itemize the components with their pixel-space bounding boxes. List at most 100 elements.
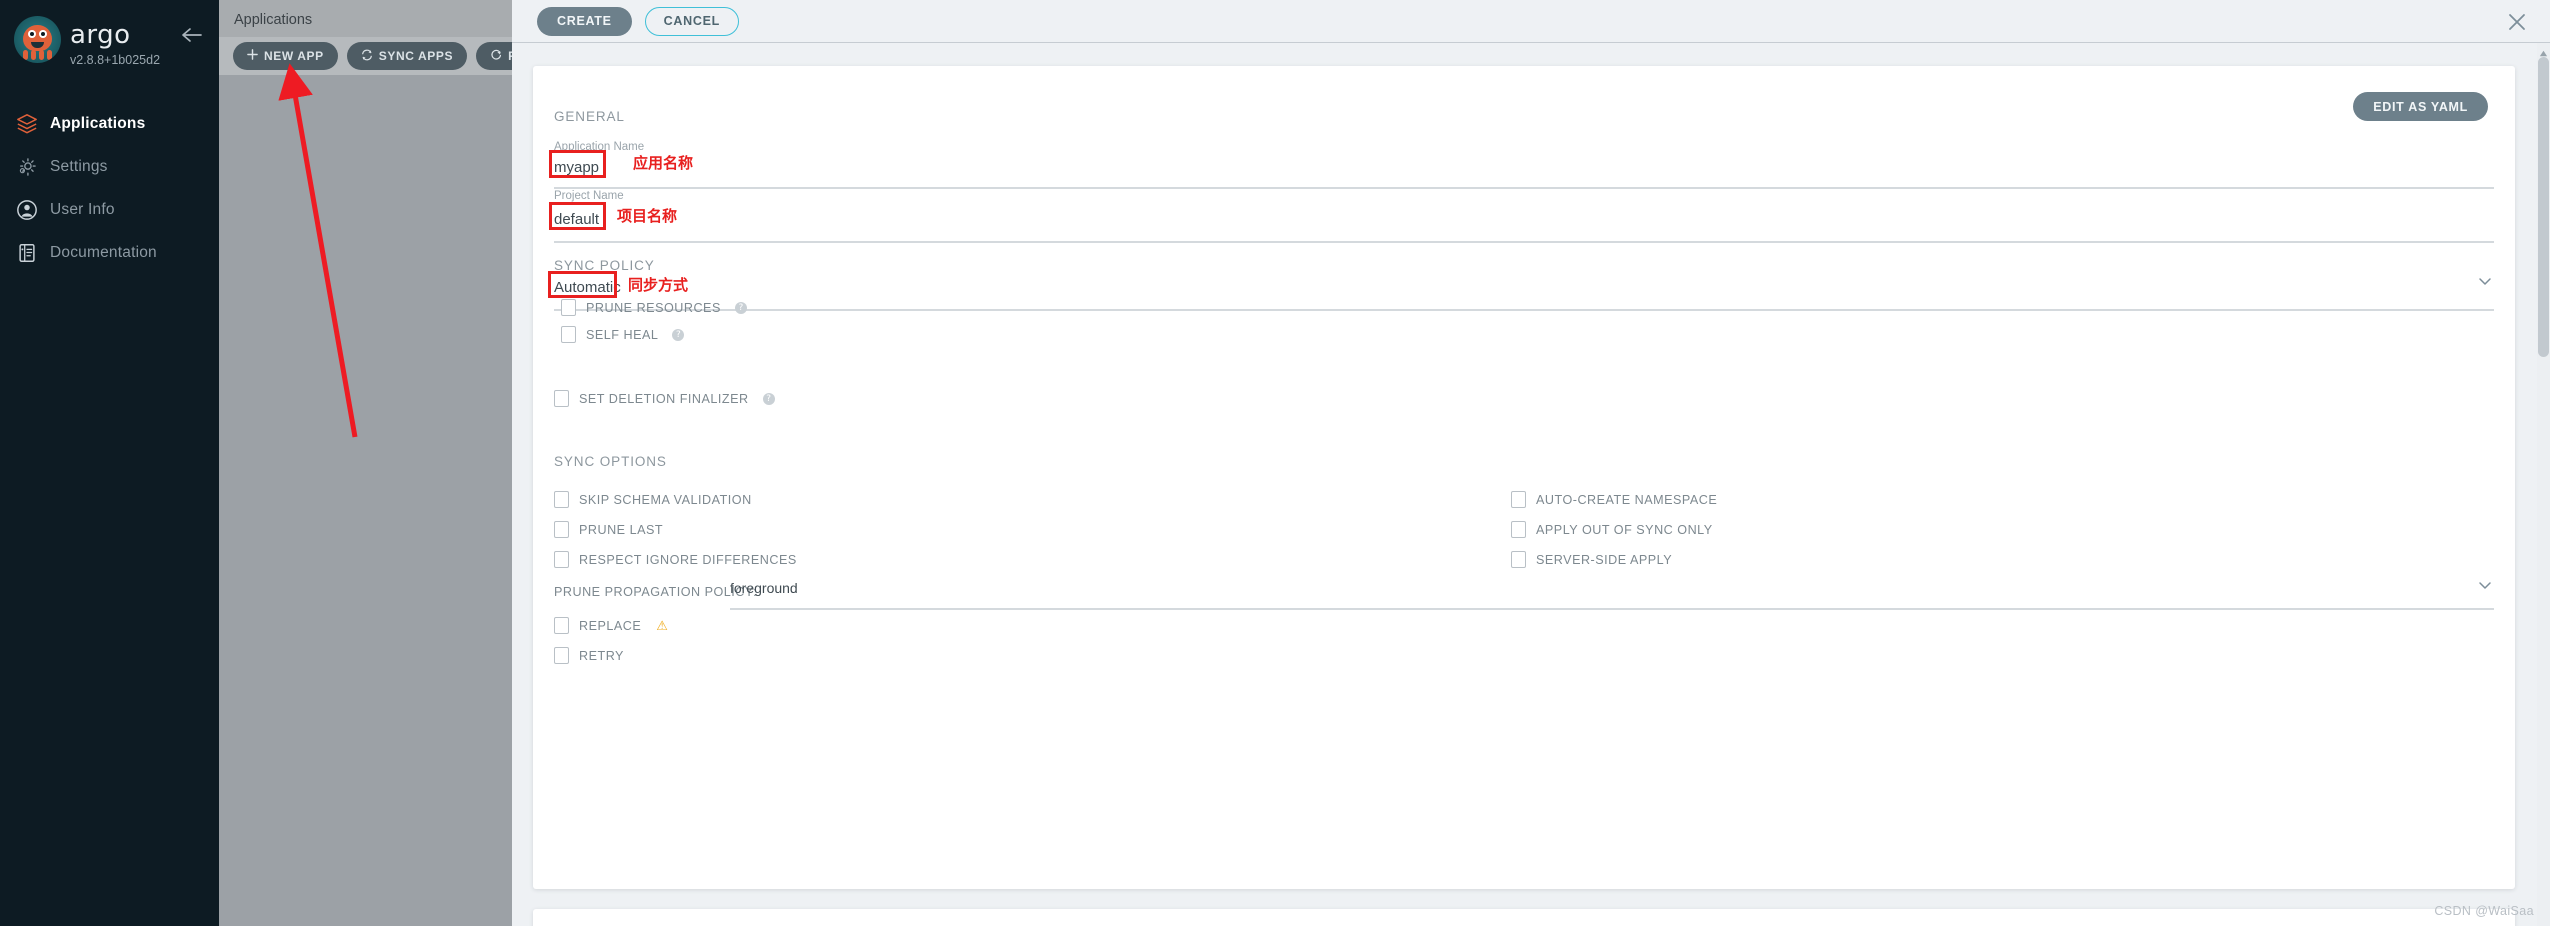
- checkbox-server-side-apply[interactable]: SERVER-SIDE APPLY: [1511, 551, 1672, 568]
- sidebar-brand: argo v2.8.8+1b025d2: [0, 0, 219, 82]
- checkbox-box[interactable]: [554, 647, 569, 664]
- panel-header: CREATE CANCEL: [512, 0, 2550, 43]
- checkbox-box[interactable]: [561, 326, 576, 343]
- user-circle-icon: [16, 199, 50, 221]
- application-name-label: Application Name: [554, 141, 645, 153]
- sidebar-item-label: Documentation: [50, 243, 157, 261]
- sync-policy-underline: [554, 309, 2494, 311]
- checkbox-label: PRUNE LAST: [579, 522, 664, 537]
- gear-icon: [16, 156, 50, 178]
- project-name-underline: [554, 241, 2494, 243]
- sidebar-item-documentation[interactable]: Documentation: [0, 231, 219, 274]
- checkbox-set-deletion-finalizer[interactable]: SET DELETION FINALIZER ?: [554, 390, 775, 407]
- panel-scrollbar[interactable]: [2537, 43, 2550, 926]
- version-label: v2.8.8+1b025d2: [70, 53, 161, 67]
- project-name-label: Project Name: [554, 190, 624, 202]
- sidebar-item-label: Applications: [50, 114, 146, 132]
- checkbox-prune-resources[interactable]: PRUNE RESOURCES ?: [561, 299, 747, 316]
- help-icon[interactable]: ?: [672, 328, 685, 341]
- checkbox-label: RETRY: [579, 648, 624, 663]
- sidebar-item-label: Settings: [50, 157, 108, 175]
- checkbox-box[interactable]: [1511, 551, 1526, 568]
- annotation-note-app-name: 应用名称: [633, 154, 694, 172]
- checkbox-box[interactable]: [554, 551, 569, 568]
- checkbox-self-heal[interactable]: SELF HEAL ?: [561, 326, 685, 343]
- source-card: [533, 909, 2515, 926]
- project-name-input[interactable]: default: [554, 211, 599, 228]
- sync-apps-button[interactable]: SYNC APPS: [346, 42, 468, 70]
- chevron-down-icon[interactable]: [2477, 577, 2493, 593]
- scroll-up-arrow-icon[interactable]: [2539, 45, 2548, 57]
- applications-toolbar: NEW APP SYNC APPS: [219, 37, 532, 75]
- checkbox-label: PRUNE RESOURCES: [586, 300, 721, 315]
- prune-propagation-policy-underline: [730, 608, 2494, 610]
- checkbox-label: SELF HEAL: [586, 327, 659, 342]
- scrollbar-thumb[interactable]: [2538, 57, 2549, 357]
- watermark: CSDN @WaiSaa: [2434, 904, 2534, 918]
- applications-list-body: [219, 75, 512, 926]
- brand-name: argo: [70, 20, 131, 50]
- argo-octopus-logo-icon: [14, 16, 61, 63]
- checkbox-label: REPLACE: [579, 618, 642, 633]
- general-section-title: GENERAL: [554, 109, 625, 124]
- checkbox-apply-out-of-sync-only[interactable]: APPLY OUT OF SYNC ONLY: [1511, 521, 1713, 538]
- general-card: EDIT AS YAML GENERAL Application Name my…: [533, 66, 2515, 889]
- sidebar: argo v2.8.8+1b025d2 Applications Setting…: [0, 0, 219, 926]
- new-app-label: NEW APP: [264, 49, 324, 63]
- checkbox-box[interactable]: [554, 491, 569, 508]
- help-icon[interactable]: ?: [734, 301, 747, 314]
- application-name-input[interactable]: myapp: [554, 159, 599, 176]
- checkbox-label: SET DELETION FINALIZER: [579, 391, 749, 406]
- sync-policy-select-value[interactable]: Automatic: [554, 279, 621, 296]
- application-name-underline: [554, 187, 2494, 189]
- checkbox-box[interactable]: [1511, 491, 1526, 508]
- checkbox-label: AUTO-CREATE NAMESPACE: [1536, 492, 1718, 507]
- checkbox-label: SERVER-SIDE APPLY: [1536, 552, 1673, 567]
- checkbox-label: APPLY OUT OF SYNC ONLY: [1536, 522, 1713, 537]
- checkbox-box[interactable]: [561, 299, 576, 316]
- chevron-down-icon[interactable]: [2477, 273, 2493, 289]
- sidebar-nav: Applications Settings User Info Document…: [0, 102, 219, 274]
- checkbox-box[interactable]: [554, 617, 569, 634]
- annotation-note-sync-policy: 同步方式: [628, 276, 689, 294]
- annotation-note-project-name: 项目名称: [617, 207, 678, 225]
- cancel-button[interactable]: CANCEL: [644, 6, 739, 36]
- arrow-left-icon[interactable]: [179, 22, 205, 48]
- prune-propagation-policy-label: PRUNE PROPAGATION POLICY:: [554, 585, 758, 599]
- refresh-icon: [490, 49, 502, 64]
- checkbox-replace[interactable]: REPLACE ⚠: [554, 617, 668, 634]
- prune-propagation-policy-select-value[interactable]: foreground: [730, 580, 798, 596]
- page-title: Applications: [234, 12, 313, 28]
- sync-policy-section-title: SYNC POLICY: [554, 258, 655, 273]
- warning-icon: ⚠: [656, 617, 668, 633]
- checkbox-box[interactable]: [1511, 521, 1526, 538]
- sidebar-item-applications[interactable]: Applications: [0, 102, 219, 145]
- checkbox-skip-schema-validation[interactable]: SKIP SCHEMA VALIDATION: [554, 491, 752, 508]
- sidebar-item-user-info[interactable]: User Info: [0, 188, 219, 231]
- sync-apps-label: SYNC APPS: [378, 49, 454, 63]
- book-icon: [16, 242, 50, 264]
- create-application-panel: CREATE CANCEL EDIT AS YAML GENERAL Appli…: [512, 0, 2550, 926]
- checkbox-respect-ignore-differences[interactable]: RESPECT IGNORE DIFFERENCES: [554, 551, 797, 568]
- checkbox-label: SKIP SCHEMA VALIDATION: [579, 492, 752, 507]
- checkbox-label: RESPECT IGNORE DIFFERENCES: [579, 552, 797, 567]
- app-root: argo v2.8.8+1b025d2 Applications Setting…: [0, 0, 2550, 926]
- checkbox-box[interactable]: [554, 521, 569, 538]
- create-button[interactable]: CREATE: [537, 6, 632, 36]
- checkbox-retry[interactable]: RETRY: [554, 647, 624, 664]
- edit-as-yaml-button[interactable]: EDIT AS YAML: [2353, 92, 2488, 121]
- help-icon[interactable]: ?: [762, 392, 775, 405]
- new-app-button[interactable]: NEW APP: [233, 42, 338, 70]
- checkbox-box[interactable]: [554, 390, 569, 407]
- checkbox-auto-create-namespace[interactable]: AUTO-CREATE NAMESPACE: [1511, 491, 1717, 508]
- sync-options-section-title: SYNC OPTIONS: [554, 454, 667, 469]
- layers-icon: [16, 113, 50, 135]
- applications-list-panel: Applications NEW APP SYNC APPS: [219, 0, 532, 926]
- sync-icon: [361, 49, 373, 64]
- plus-icon: [247, 49, 258, 63]
- checkbox-prune-last[interactable]: PRUNE LAST: [554, 521, 663, 538]
- close-icon[interactable]: [2506, 11, 2528, 33]
- sidebar-item-label: User Info: [50, 200, 115, 218]
- sidebar-item-settings[interactable]: Settings: [0, 145, 219, 188]
- panel-scroll-area: EDIT AS YAML GENERAL Application Name my…: [512, 43, 2550, 926]
